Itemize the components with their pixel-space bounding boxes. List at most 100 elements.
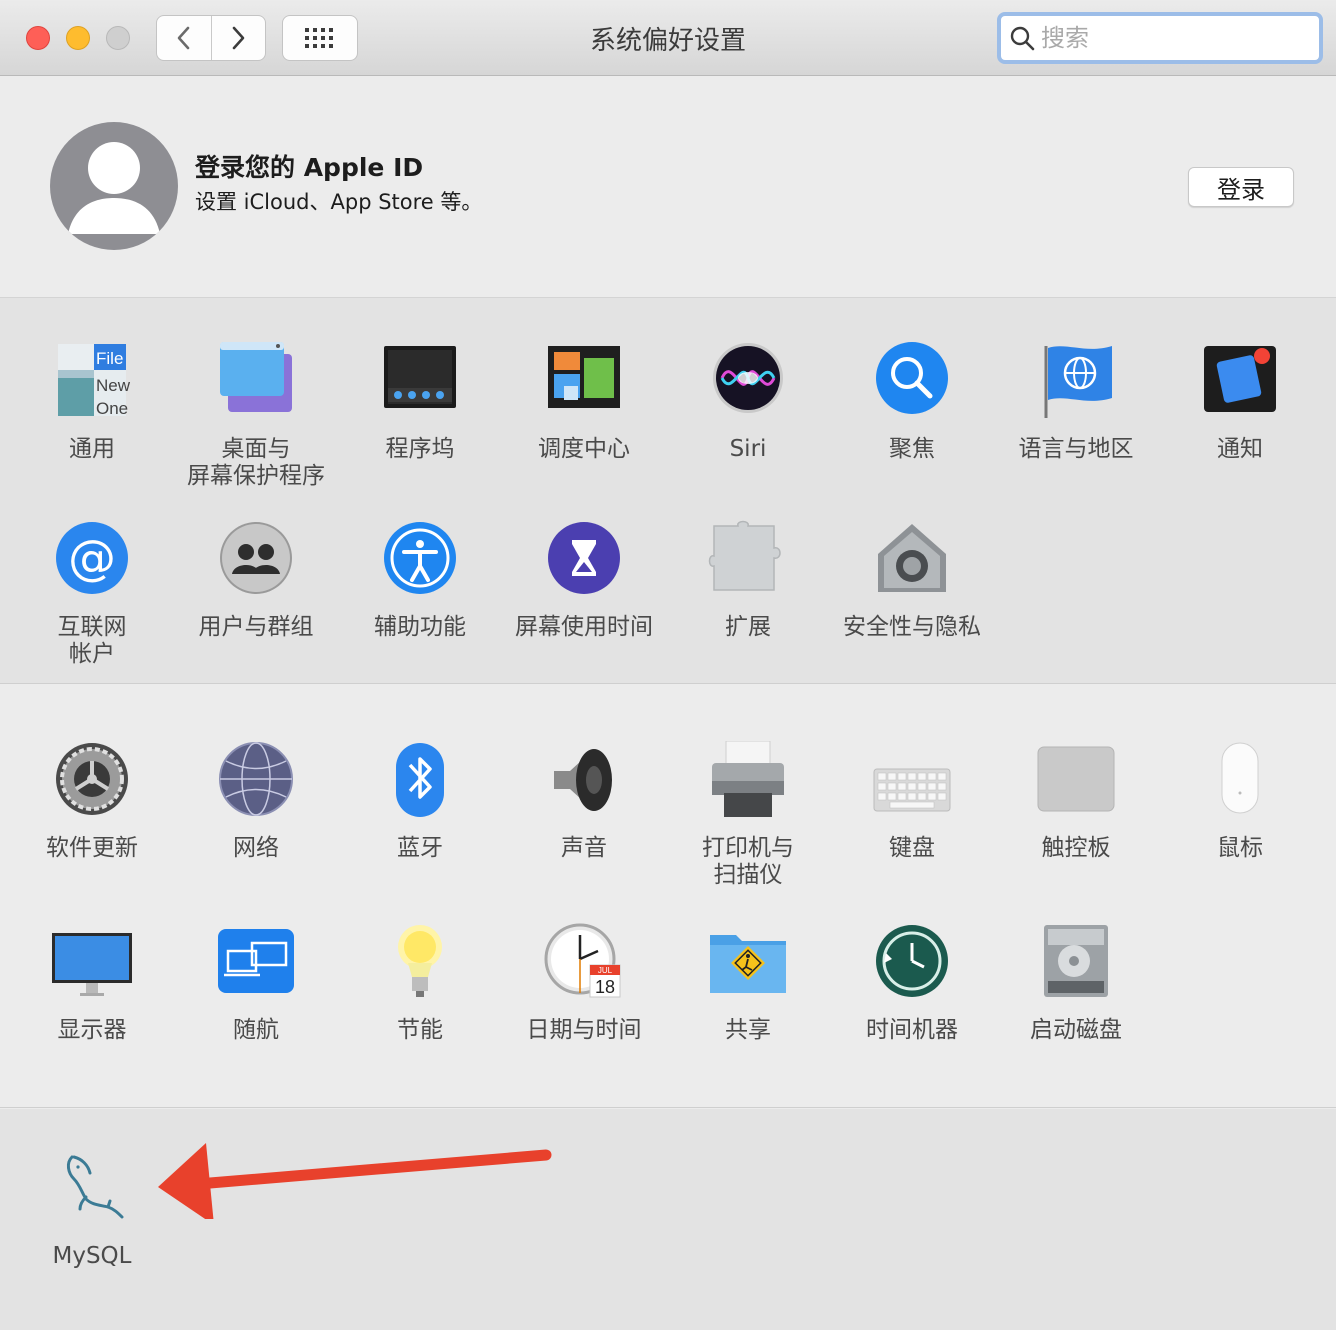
search-field[interactable] (997, 12, 1323, 64)
pane-mouse[interactable]: 鼠标 (1158, 741, 1322, 862)
search-icon (1010, 26, 1035, 51)
pane-language-region[interactable]: 语言与地区 (994, 342, 1158, 463)
pane-internet-accounts[interactable]: @ 互联网 帐户 (10, 520, 174, 668)
pane-energy-saver[interactable]: 节能 (338, 923, 502, 1044)
pane-dock[interactable]: 程序坞 (338, 342, 502, 463)
pane-spotlight[interactable]: 聚焦 (830, 342, 994, 463)
pane-screen-time[interactable]: 屏幕使用时间 (502, 520, 666, 641)
pane-users-groups[interactable]: 用户与群组 (174, 520, 338, 641)
time-machine-icon (876, 925, 948, 997)
minimize-window-button[interactable] (66, 26, 90, 50)
pane-bluetooth[interactable]: 蓝牙 (338, 741, 502, 862)
pane-date-time[interactable]: JUL 18 日期与时间 (502, 923, 666, 1044)
pane-label: MySQL (52, 1243, 132, 1269)
pane-label: 键盘 (889, 835, 935, 861)
navigation-buttons (156, 15, 266, 61)
pane-extensions[interactable]: 扩展 (666, 520, 830, 641)
pane-printers-scanners[interactable]: 打印机与 扫描仪 (666, 741, 830, 889)
accessibility-icon (384, 522, 456, 594)
user-silhouette-icon (68, 142, 160, 234)
pane-label: 共享 (725, 1017, 771, 1043)
back-button[interactable] (157, 16, 211, 60)
dock-icon (384, 346, 456, 408)
language-region-icon (1044, 346, 1112, 418)
pane-label: 聚焦 (889, 436, 935, 462)
pane-siri[interactable]: Siri (666, 342, 830, 463)
date-time-icon: JUL 18 (544, 923, 621, 998)
pane-label: 时间机器 (866, 1017, 958, 1043)
show-all-button[interactable] (282, 15, 358, 61)
sidecar-icon (218, 929, 294, 993)
pane-label: 日期与时间 (526, 1017, 642, 1043)
pane-sound[interactable]: 声音 (502, 741, 666, 862)
pane-label: 语言与地区 (1018, 436, 1134, 462)
zoom-window-button[interactable] (106, 26, 130, 50)
svg-text:File: File (96, 349, 123, 368)
pane-general[interactable]: File New One 通用 (10, 342, 174, 463)
hardware-preferences-section: 软件更新 网络 蓝牙 声音 打印机与 扫描仪 键盘 触控板 鼠标 显示器 随航 … (0, 685, 1336, 1108)
red-arrow-icon (158, 1143, 552, 1219)
pane-software-update[interactable]: 软件更新 (10, 741, 174, 862)
login-button[interactable]: 登录 (1188, 167, 1294, 207)
pane-label: 打印机与 扫描仪 (702, 835, 794, 888)
pane-label: 网络 (233, 835, 279, 861)
apple-id-subtitle: 设置 iCloud、App Store 等。 (195, 190, 483, 214)
screen-time-icon (548, 522, 620, 594)
pane-label: 声音 (561, 835, 607, 861)
pane-label: 蓝牙 (397, 835, 443, 861)
close-window-button[interactable] (26, 26, 50, 50)
pane-label: 软件更新 (46, 835, 138, 861)
pane-time-machine[interactable]: 时间机器 (830, 923, 994, 1044)
pane-label: 安全性与隐私 (843, 614, 981, 640)
pane-security-privacy[interactable]: 安全性与隐私 (830, 520, 994, 641)
pane-label: 用户与群组 (198, 614, 314, 640)
chevron-left-icon (177, 26, 190, 50)
bluetooth-icon (396, 743, 444, 817)
apple-id-banner: 登录您的 Apple ID 设置 iCloud、App Store 等。 登录 (0, 76, 1336, 298)
pane-label: 启动磁盘 (1030, 1017, 1122, 1043)
displays-icon (52, 933, 132, 996)
mouse-icon (1221, 742, 1259, 814)
sharing-icon (710, 935, 786, 993)
sound-icon (554, 749, 612, 811)
pane-trackpad[interactable]: 触控板 (994, 741, 1158, 862)
personal-preferences-section: File New One 通用 桌面与 屏幕保护程序 程序坞 调度中心 Siri… (0, 298, 1336, 684)
pane-displays[interactable]: 显示器 (10, 923, 174, 1044)
pane-label: 随航 (233, 1017, 279, 1043)
software-update-icon (56, 743, 128, 815)
pane-keyboard[interactable]: 键盘 (830, 741, 994, 862)
pane-label: 通知 (1217, 436, 1263, 462)
svg-text:New: New (96, 376, 131, 395)
svg-text:JUL: JUL (598, 966, 613, 975)
avatar[interactable] (50, 122, 178, 250)
pane-notifications[interactable]: 通知 (1158, 342, 1322, 463)
general-icon: File New One (58, 344, 131, 418)
desktop-screensaver-icon (220, 342, 292, 412)
forward-button[interactable] (210, 16, 266, 60)
pane-sharing[interactable]: 共享 (666, 923, 830, 1044)
chevron-right-icon (232, 26, 245, 50)
svg-text:@: @ (68, 530, 116, 586)
apple-id-title: 登录您的 Apple ID (195, 153, 424, 182)
pane-mission-control[interactable]: 调度中心 (502, 342, 666, 463)
pane-label: 鼠标 (1217, 835, 1263, 861)
network-icon (219, 742, 293, 816)
security-privacy-icon (878, 524, 946, 592)
pane-label: 通用 (69, 436, 115, 462)
users-groups-icon (220, 522, 292, 594)
pane-label: 触控板 (1041, 835, 1111, 861)
extensions-icon (708, 520, 781, 591)
keyboard-icon (873, 768, 951, 812)
pane-sidecar[interactable]: 随航 (174, 923, 338, 1044)
pane-startup-disk[interactable]: 启动磁盘 (994, 923, 1158, 1044)
pane-label: 辅助功能 (374, 614, 466, 640)
grid-icon (305, 28, 333, 48)
pane-accessibility[interactable]: 辅助功能 (338, 520, 502, 641)
pane-desktop-screensaver[interactable]: 桌面与 屏幕保护程序 (174, 342, 338, 490)
pane-label: 节能 (397, 1017, 443, 1043)
pane-label: 调度中心 (538, 436, 630, 462)
pane-network[interactable]: 网络 (174, 741, 338, 862)
search-input[interactable] (1039, 23, 1303, 53)
pane-label: 程序坞 (385, 436, 455, 462)
internet-accounts-icon: @ (56, 522, 128, 594)
